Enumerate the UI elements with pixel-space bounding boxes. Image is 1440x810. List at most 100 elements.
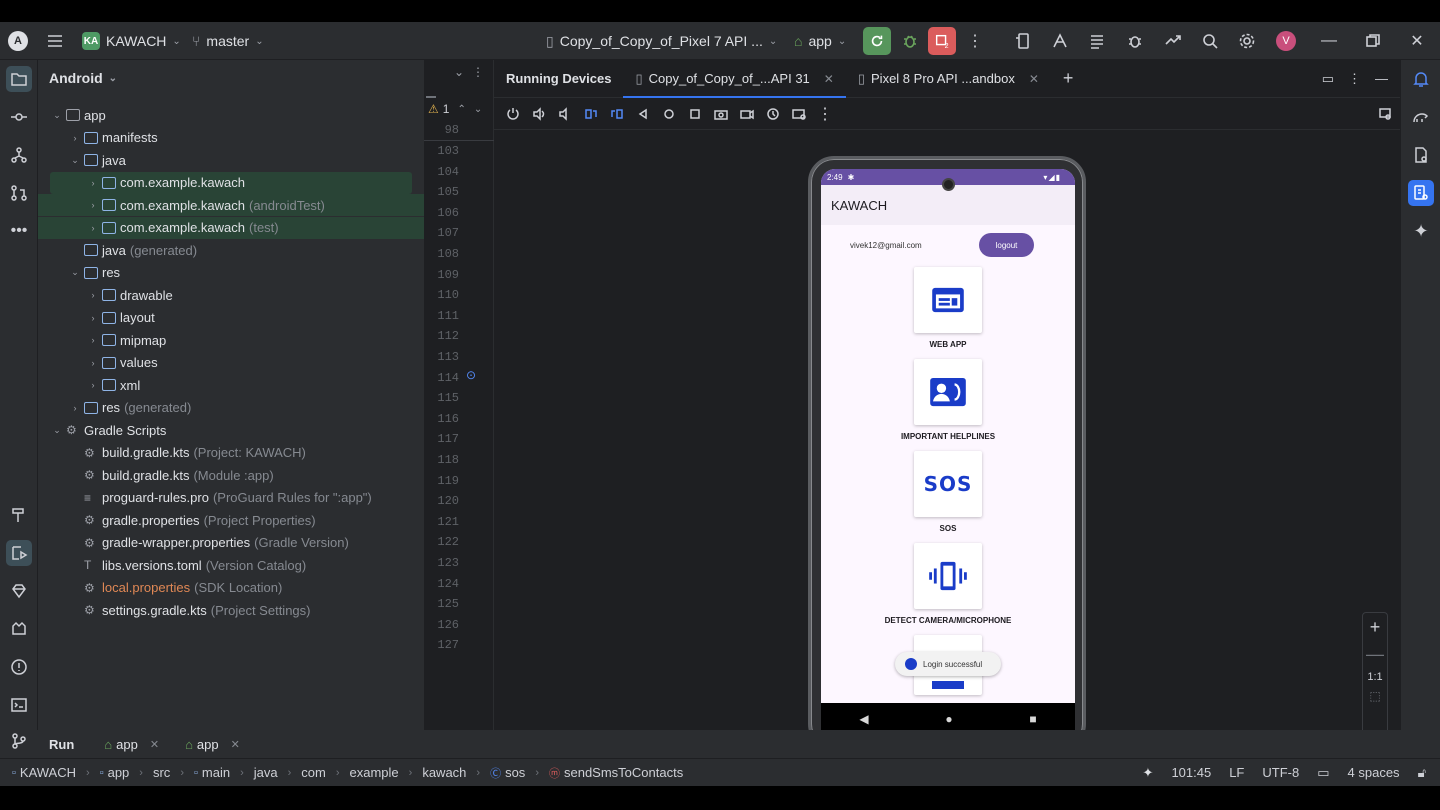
volume-down-button[interactable] xyxy=(554,103,576,125)
chevron-up-icon[interactable]: ⌃ xyxy=(457,104,465,115)
chevron-right-icon[interactable]: › xyxy=(86,313,100,323)
tree-item[interactable]: ⚙ build.gradle.kts (Project: KAWACH) xyxy=(38,442,424,464)
breadcrumb-item[interactable]: src xyxy=(153,765,170,780)
tree-item[interactable]: ⌄ ⚙ Gradle Scripts xyxy=(38,419,424,441)
logcat-tool-button[interactable] xyxy=(6,616,32,642)
device-selector[interactable]: ▯ Copy_of_Copy_of_Pixel 7 API ... ⌄ xyxy=(546,22,777,60)
layout-icon[interactable]: ▭ xyxy=(1322,71,1334,87)
run-tab[interactable]: ⌂ app ✕ xyxy=(185,737,240,752)
profiler-button[interactable] xyxy=(1122,22,1148,60)
android-studio-logo-icon[interactable]: A xyxy=(8,22,28,60)
tree-item[interactable]: ⚙ gradle.properties (Project Properties) xyxy=(38,509,424,531)
notifications-button[interactable] xyxy=(1408,66,1434,92)
tree-item[interactable]: › mipmap xyxy=(38,329,424,351)
project-tool-button[interactable] xyxy=(6,66,32,92)
rerun-button[interactable] xyxy=(863,22,891,60)
build-tool-button[interactable] xyxy=(6,502,32,528)
rotate-right-button[interactable] xyxy=(606,103,628,125)
screen-record-button[interactable] xyxy=(736,103,758,125)
tree-item[interactable]: › com.example.kawach (test) xyxy=(38,216,424,239)
tree-item[interactable]: › xml xyxy=(38,374,424,396)
nav-recents-icon[interactable]: ■ xyxy=(1029,712,1036,726)
tree-item[interactable]: › com.example.kawach (androidTest) xyxy=(38,194,424,216)
main-menu-button[interactable] xyxy=(42,22,68,60)
minimize-window-button[interactable]: — xyxy=(1316,22,1342,60)
tree-item[interactable]: › drawable xyxy=(38,284,424,306)
rotate-left-button[interactable] xyxy=(580,103,602,125)
branch-selector[interactable]: ⑂ master ⌄ xyxy=(192,22,264,60)
emulator-screen[interactable]: 2:49 ✱ ▾◢▮ KAWACH vivek12@gmail.com logo… xyxy=(821,169,1075,735)
pull-requests-tool-button[interactable] xyxy=(6,180,32,206)
breadcrumb-item[interactable]: app xyxy=(108,765,130,780)
web-app-tile[interactable] xyxy=(914,267,982,333)
structure-tool-button[interactable] xyxy=(6,142,32,168)
settings-button[interactable] xyxy=(1234,22,1260,60)
breadcrumb-item[interactable]: sos xyxy=(505,765,525,780)
tree-item[interactable]: › values xyxy=(38,352,424,374)
account-avatar[interactable]: V xyxy=(1276,22,1296,60)
run-config-selector[interactable]: ⌂ app ⌄ xyxy=(794,22,846,60)
chevron-right-icon[interactable]: › xyxy=(86,223,100,233)
chevron-right-icon[interactable]: › xyxy=(86,335,100,345)
device-manager-button[interactable] xyxy=(1010,22,1036,60)
snapshot-button[interactable] xyxy=(762,103,784,125)
breadcrumb-item[interactable]: java xyxy=(254,765,278,780)
chevron-down-icon[interactable]: ⌄ xyxy=(474,104,482,115)
implementation-gutter-icon[interactable]: ⊙ xyxy=(466,368,476,382)
breadcrumb-item[interactable]: kawach xyxy=(422,765,466,780)
chevron-right-icon[interactable]: › xyxy=(86,358,100,368)
zoom-fit-icon[interactable]: ⬚ xyxy=(1369,689,1380,703)
inspection-widget[interactable]: ⚠ 1 ⌃ ⌄ xyxy=(428,102,482,116)
helplines-tile[interactable] xyxy=(914,359,982,425)
device-file-explorer-button[interactable] xyxy=(1408,142,1434,168)
build-button[interactable] xyxy=(1084,22,1110,60)
tree-item[interactable]: › manifests xyxy=(38,127,424,149)
mirror-button[interactable] xyxy=(1374,103,1396,125)
search-button[interactable] xyxy=(1197,22,1223,60)
readme-icon[interactable]: ▭ xyxy=(1317,765,1329,781)
chevron-right-icon[interactable]: › xyxy=(68,133,82,143)
indent-setting[interactable]: 4 spaces xyxy=(1348,765,1400,780)
power-button[interactable] xyxy=(502,103,524,125)
chevron-right-icon[interactable]: › xyxy=(68,403,82,413)
close-icon[interactable]: ✕ xyxy=(231,738,240,751)
terminal-tool-button[interactable] xyxy=(6,692,32,718)
device-tab[interactable]: ▯ Pixel 8 Pro API ...andbox ✕ xyxy=(846,60,1051,98)
ai-sparkle-icon[interactable]: ✦ xyxy=(1143,765,1154,781)
run-tool-button[interactable] xyxy=(6,540,32,566)
breadcrumb-item[interactable]: com xyxy=(301,765,326,780)
breadcrumb-item[interactable]: KAWACH xyxy=(20,765,76,780)
gemini-button[interactable]: ✦ xyxy=(1408,218,1434,244)
add-device-button[interactable]: + xyxy=(1051,60,1086,98)
breadcrumb-item[interactable]: example xyxy=(350,765,399,780)
sync-button[interactable] xyxy=(1160,22,1186,60)
run-tab[interactable]: ⌂ app ✕ xyxy=(104,737,159,752)
chevron-right-icon[interactable]: › xyxy=(86,380,100,390)
running-devices-tool-button[interactable] xyxy=(1408,180,1434,206)
tree-item[interactable]: › layout xyxy=(38,307,424,329)
tree-item[interactable]: › res (generated) xyxy=(38,397,424,419)
tree-item[interactable]: ⌄ res xyxy=(38,262,424,284)
breadcrumb-item[interactable]: sendSmsToContacts xyxy=(564,765,683,780)
breadcrumb-item[interactable]: main xyxy=(202,765,230,780)
close-icon[interactable]: ✕ xyxy=(150,738,159,751)
line-separator[interactable]: LF xyxy=(1229,765,1244,780)
project-view-selector[interactable]: Android ⌄ xyxy=(38,60,424,96)
file-encoding[interactable]: UTF-8 xyxy=(1262,765,1299,780)
extended-controls-button[interactable] xyxy=(788,103,810,125)
chevron-down-icon[interactable]: ⌄ xyxy=(68,155,82,166)
tree-item[interactable]: Tlibs.versions.toml (Version Catalog) xyxy=(38,554,424,576)
chevron-down-icon[interactable]: ⌄ xyxy=(50,425,64,436)
restore-window-button[interactable] xyxy=(1360,22,1386,60)
gemini-tool-button[interactable] xyxy=(6,578,32,604)
tree-item[interactable]: ≡ proguard-rules.pro (ProGuard Rules for "… xyxy=(38,487,424,509)
chevron-right-icon[interactable]: › xyxy=(86,178,100,188)
logout-button[interactable]: logout xyxy=(979,233,1034,257)
nav-home-icon[interactable]: ● xyxy=(945,712,952,726)
unlock-icon[interactable]: 🔓︎ xyxy=(1418,765,1426,781)
volume-up-button[interactable] xyxy=(528,103,550,125)
dropdown-chevron-icon[interactable]: ⌄ xyxy=(454,65,464,79)
project-selector[interactable]: KA KAWACH ⌄ xyxy=(82,22,181,60)
more-actions-button[interactable]: ⋮ xyxy=(962,22,988,60)
detect-camera-tile[interactable] xyxy=(914,543,982,609)
